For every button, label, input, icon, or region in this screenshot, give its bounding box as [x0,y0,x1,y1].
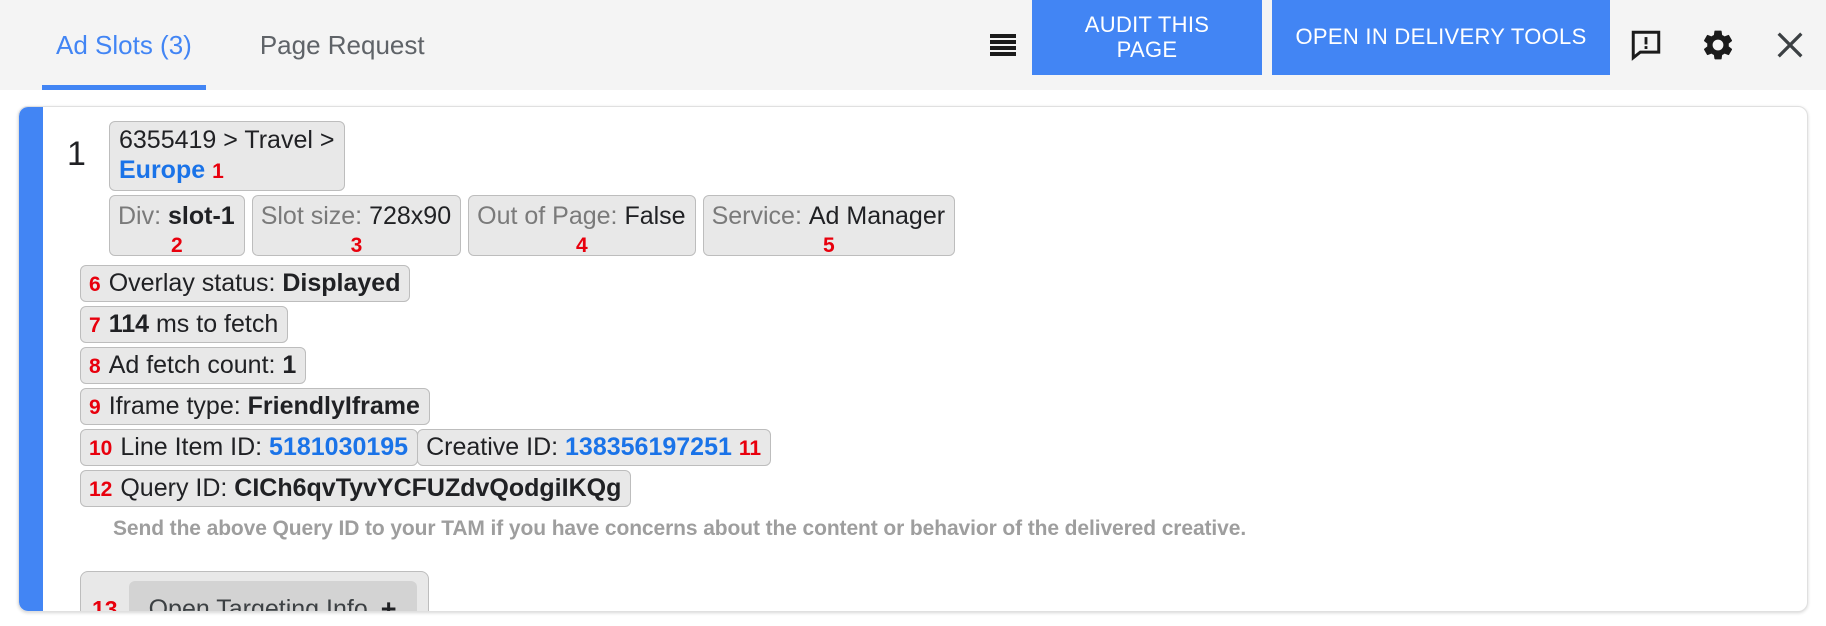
chip-ad-fetch-count: 8 Ad fetch count: 1 [80,347,306,384]
chip-slot-size: Slot size: 728x90 3 [252,195,461,256]
chip-overlay-status: 6 Overlay status: Displayed [80,265,410,302]
chip-ad-fetch-count-value: 1 [282,351,296,380]
marker-1: 1 [212,160,224,183]
chip-iframe-type-label: Iframe type: [109,392,241,421]
chip-creative-id-label: Creative ID: [426,433,558,462]
chip-div-value: slot-1 [168,202,235,231]
header-actions: AUDIT THIS PAGE OPEN IN DELIVERY TOOLS [974,0,1826,90]
ad-slot-card-body: 1 6355419 > Travel > Europe 1 Div: slot-1 [19,107,1807,612]
chip-service-label: Service: [712,202,802,231]
audit-this-page-button[interactable]: AUDIT THIS PAGE [1032,0,1262,75]
chip-query-id-label: Query ID: [120,474,227,503]
hamburger-bar-1 [990,34,1016,38]
ad-unit-breadcrumb[interactable]: 6355419 > Travel > Europe 1 [109,121,345,191]
chip-out-of-page-label: Out of Page: [477,202,617,231]
marker-11: 11 [739,437,761,461]
slot-header-row: 1 6355419 > Travel > Europe 1 Div: slot-1 [67,121,1807,256]
chip-fetch-time-value: 114 [109,310,149,339]
marker-10: 10 [89,437,112,461]
feedback-icon[interactable] [1610,0,1682,90]
chip-creative-id: Creative ID: 138356197251 11 [417,429,771,466]
tab-bar: Ad Slots (3) Page Request [0,0,439,90]
chip-line-item-id-label: Line Item ID: [120,433,262,462]
chip-div: Div: slot-1 2 [109,195,245,256]
tam-note: Send the above Query ID to your TAM if y… [67,517,1807,541]
marker-12: 12 [89,478,112,502]
chip-div-label: Div: [118,202,161,231]
chip-overlay-status-label: Overlay status: [109,269,276,298]
targeting-section: 13 Open Targeting Info + [67,571,1807,612]
marker-2: 2 [110,235,244,256]
slot-id-row: 10 Line Item ID: 5181030195 Creative ID: … [67,429,1807,466]
chip-creative-id-value: 138356197251 [565,433,732,462]
hamburger-bar-2 [990,40,1016,44]
tab-page-request-label: Page Request [260,30,425,61]
chip-line-item-id: 10 Line Item ID: 5181030195 [80,429,418,466]
open-targeting-info-button[interactable]: Open Targeting Info + [129,581,417,612]
marker-8: 8 [89,355,101,379]
open-targeting-info-label: Open Targeting Info [149,595,368,612]
slot-query-row: 12 Query ID: CICh6qvTyvYCFUZdvQodgiIKQg [67,470,1807,507]
marker-9: 9 [89,396,101,420]
hamburger-bar-3 [990,46,1016,50]
marker-6: 6 [89,273,101,297]
plus-icon: + [381,594,397,612]
chip-query-id-value: CICh6qvTyvYCFUZdvQodgiIKQg [234,474,621,503]
tab-page-request[interactable]: Page Request [246,0,439,90]
breadcrumb-leaf: Europe [119,156,205,184]
hamburger-bar-4 [990,52,1016,56]
chip-out-of-page: Out of Page: False 4 [468,195,695,256]
chip-fetch-time-label: ms to fetch [156,310,278,339]
ad-slot-card: 1 6355419 > Travel > Europe 1 Div: slot-1 [18,106,1808,612]
breadcrumb-leaf-line: Europe 1 [119,156,224,186]
breadcrumb-path-line: 6355419 > Travel > [119,126,334,156]
marker-4: 4 [469,235,694,256]
chip-line-item-id-value: 5181030195 [269,433,408,462]
targeting-chip: 13 Open Targeting Info + [80,571,429,612]
marker-5: 5 [704,235,954,256]
chip-overlay-status-value: Displayed [282,269,400,298]
open-in-delivery-tools-button[interactable]: OPEN IN DELIVERY TOOLS [1272,0,1610,75]
close-icon[interactable] [1754,0,1826,90]
chip-query-id: 12 Query ID: CICh6qvTyvYCFUZdvQodgiIKQg [80,470,631,507]
chip-slot-size-label: Slot size: [261,202,362,231]
hamburger-bars [990,34,1016,56]
chip-slot-size-value: 728x90 [369,202,451,231]
chip-service: Service: Ad Manager 5 [703,195,955,256]
chip-fetch-time: 7 114 ms to fetch [80,306,288,343]
hamburger-menu-icon[interactable] [974,0,1032,90]
chip-service-value: Ad Manager [809,202,945,231]
tab-ad-slots-label: Ad Slots (3) [56,30,192,61]
chip-out-of-page-value: False [624,202,685,231]
marker-3: 3 [253,235,460,256]
gear-icon[interactable] [1682,0,1754,90]
slot-details: 6355419 > Travel > Europe 1 Div: slot-1 2… [109,121,955,256]
tab-ad-slots[interactable]: Ad Slots (3) [42,0,206,90]
chip-iframe-type-value: FriendlyIframe [248,392,420,421]
chip-iframe-type: 9 Iframe type: FriendlyIframe [80,388,430,425]
chip-ad-fetch-count-label: Ad fetch count: [109,351,276,380]
slot-index: 1 [67,121,109,171]
ad-slot-card-container: 1 6355419 > Travel > Europe 1 Div: slot-1 [0,90,1826,612]
marker-7: 7 [89,314,101,338]
marker-13: 13 [92,596,118,612]
slot-meta-chip-row: Div: slot-1 2 Slot size: 728x90 3 Out of… [109,195,955,256]
app-header: Ad Slots (3) Page Request AUDIT THIS PAG… [0,0,1826,90]
slot-status-list: 6 Overlay status: Displayed 7 114 ms to fe… [67,265,1807,429]
